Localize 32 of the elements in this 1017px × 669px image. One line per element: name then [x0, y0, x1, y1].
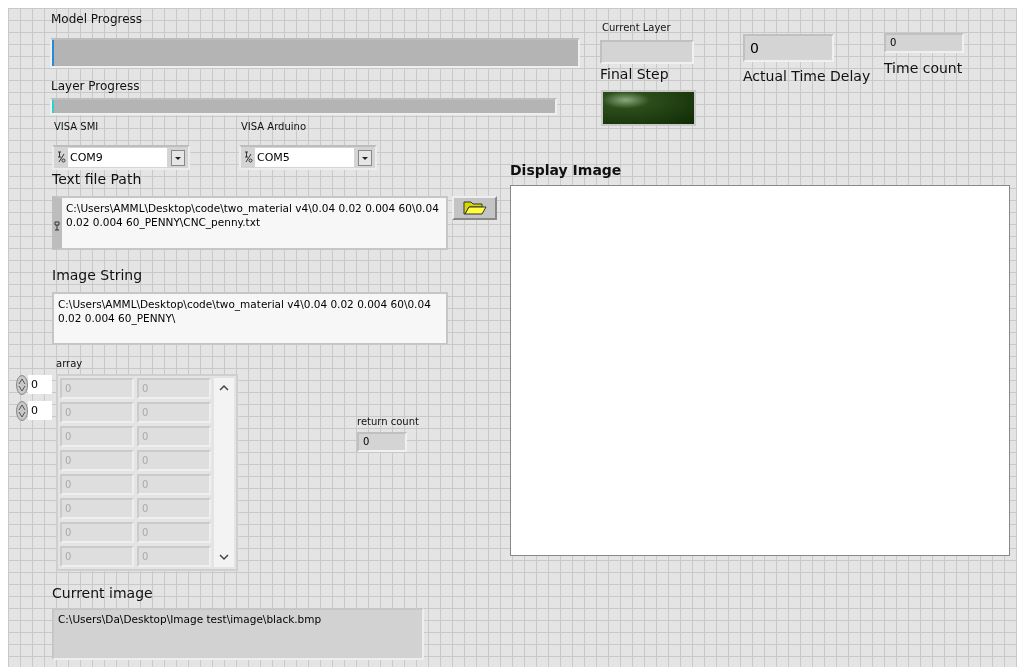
path-icon	[54, 221, 60, 231]
control-label: Display Image	[510, 162, 622, 179]
string-indicator: C:\Users\Da\Desktop\Image test\image\black.bmp	[52, 608, 424, 660]
scrollbar[interactable]	[214, 378, 234, 567]
numeric-indicator: 0	[884, 33, 964, 53]
scroll-down-icon[interactable]	[219, 553, 229, 561]
visa-icon	[244, 150, 253, 165]
control-label: Layer Progress	[51, 79, 140, 94]
numeric-indicator: 0	[743, 34, 834, 62]
control-label: Image String	[52, 267, 143, 284]
increment-decrement-icon[interactable]	[16, 400, 28, 421]
numeric-indicator: 0	[357, 432, 407, 452]
visa-dropdown[interactable]: COM5	[239, 145, 377, 170]
visa-dropdown[interactable]: COM9	[52, 145, 190, 170]
control-label: return count	[357, 416, 419, 428]
control-label: Model Progress	[51, 12, 143, 27]
control-label: Actual Time Delay	[743, 68, 871, 85]
control-label: Time count	[884, 60, 963, 77]
scroll-up-icon[interactable]	[219, 384, 229, 392]
string-field[interactable]: C:\Users\AMML\Desktop\code\two_material v4\0.04 0.02 0.004 60\0.04 0.02 0.004 60_PENNY\	[52, 292, 448, 345]
visa-icon	[57, 150, 66, 165]
control-label: Current image	[52, 585, 153, 602]
path-field[interactable]: C:\Users\AMML\Desktop\code\two_material v4\0.04 0.02 0.004 60\0.04 0.02 0.004 60_PENNY\CNC_penny.txt	[52, 196, 448, 250]
control-label: VISA SMI	[54, 121, 99, 133]
control-label: Text file Path	[52, 171, 142, 188]
increment-decrement-icon[interactable]	[16, 374, 28, 395]
browse-button[interactable]	[452, 196, 497, 220]
control-label: array	[56, 358, 83, 370]
control-label: Current Layer	[602, 22, 671, 34]
control-label: Final Step	[600, 66, 669, 83]
folder-icon	[461, 200, 488, 216]
control-label: VISA Arduino	[241, 121, 307, 133]
